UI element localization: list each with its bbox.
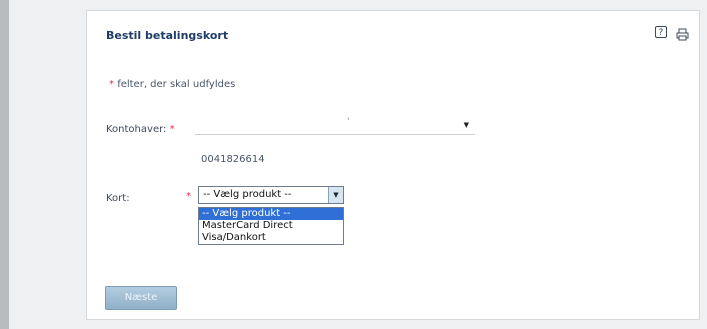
required-note-text: felter, der skal udfyldes: [117, 79, 236, 90]
help-icon[interactable]: ?: [654, 26, 667, 38]
dropdown-option[interactable]: -- Vælg produkt --: [199, 208, 343, 220]
kort-select[interactable]: -- Vælg produkt -- ▼: [198, 186, 344, 204]
dropdown-arrow-icon[interactable]: ▼: [328, 187, 343, 203]
dropdown-option[interactable]: MasterCard Direct: [199, 220, 343, 232]
kort-label: Kort:: [106, 193, 130, 204]
kontohaver-select[interactable]: ' ▼: [195, 117, 475, 135]
kontohaver-label-text: Kontohaver:: [106, 124, 167, 135]
kort-dropdown-list: -- Vælg produkt -- MasterCard Direct Vis…: [198, 207, 344, 245]
print-icon[interactable]: [676, 26, 689, 45]
kort-selected-value: -- Vælg produkt --: [203, 189, 292, 200]
header-icons: ?: [651, 26, 689, 45]
left-scroll-edge: [0, 0, 9, 329]
kontohaver-label: Kontohaver: *: [106, 124, 175, 135]
required-fields-note: * felter, der skal udfyldes: [109, 79, 235, 90]
next-button[interactable]: Næste: [105, 286, 177, 310]
account-number: 0041826614: [201, 154, 265, 165]
order-card-panel: Bestil betalingskort ? * felter, der ska…: [86, 10, 700, 320]
chevron-down-icon[interactable]: ▼: [464, 121, 469, 129]
required-marker: *: [109, 79, 114, 90]
dropdown-option[interactable]: Visa/Dankort: [199, 232, 343, 244]
kontohaver-tick-mark: ': [347, 117, 350, 127]
kontohaver-required-marker: *: [169, 124, 175, 135]
kort-required-marker: *: [186, 191, 191, 202]
panel-title: Bestil betalingskort: [106, 29, 229, 42]
